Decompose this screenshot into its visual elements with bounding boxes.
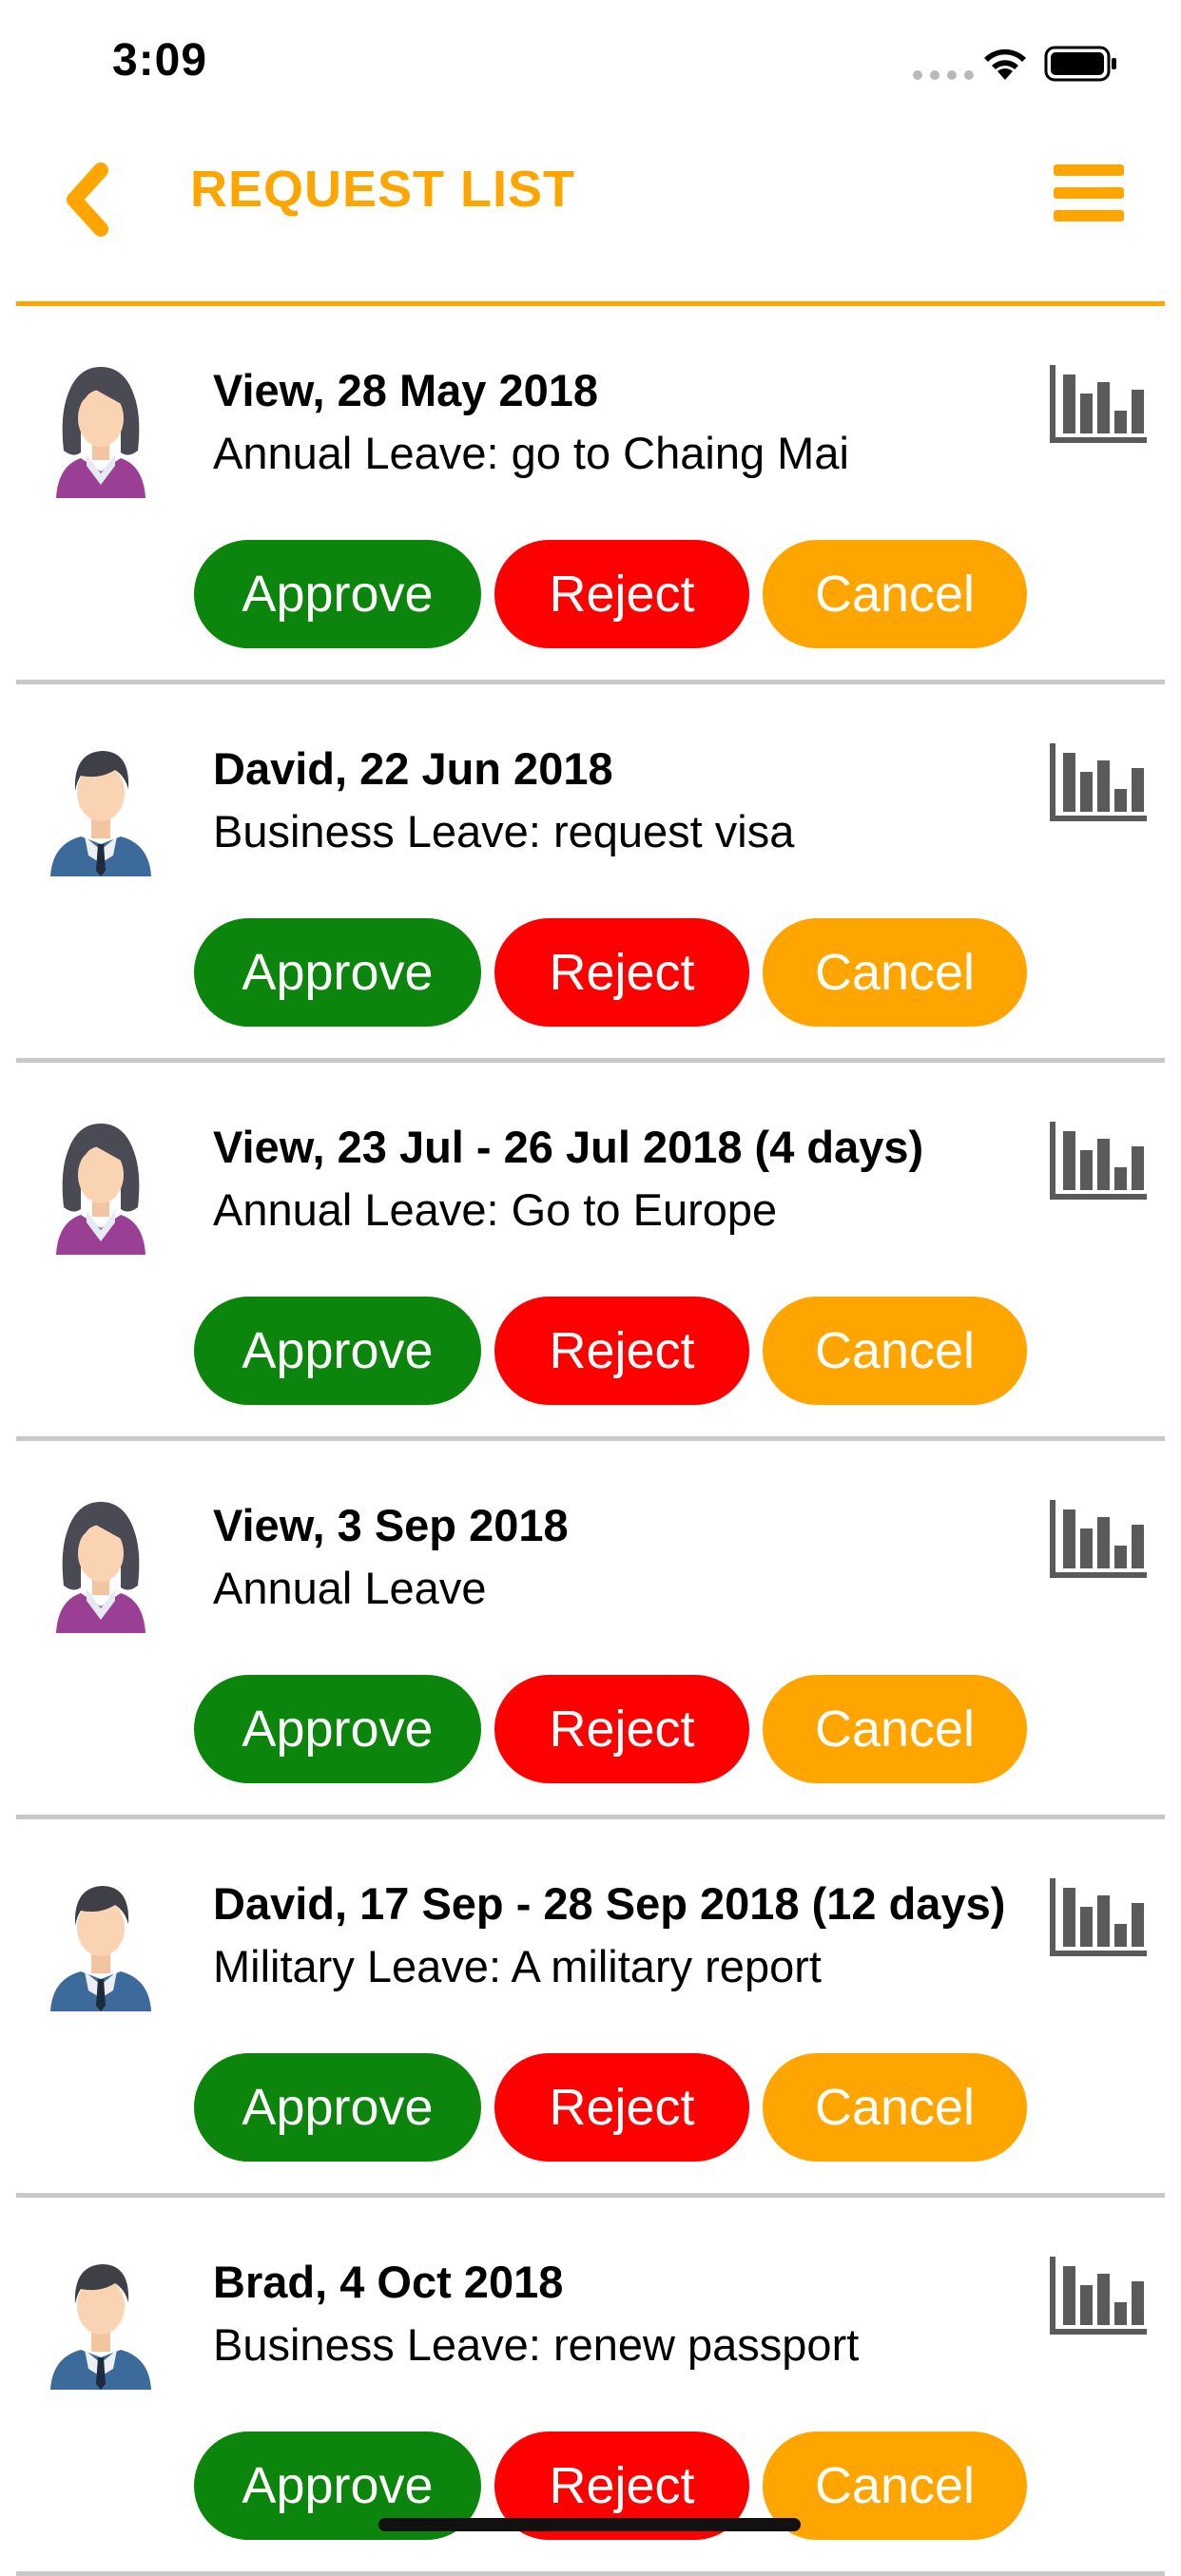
male-avatar-icon: [43, 738, 159, 876]
approve-button[interactable]: Approve: [194, 1675, 481, 1783]
cancel-button[interactable]: Cancel: [763, 2053, 1027, 2162]
request-actions: Approve Reject Cancel: [194, 918, 1181, 1027]
request-actions: Approve Reject Cancel: [194, 2053, 1181, 2162]
reject-button[interactable]: Reject: [494, 918, 749, 1027]
wifi-icon: [984, 48, 1026, 80]
row-separator: [16, 2571, 1165, 2576]
request-text: View, 23 Jul - 26 Jul 2018 (4 days) Annua…: [213, 1116, 1012, 1241]
bar-chart-icon[interactable]: [1048, 1118, 1149, 1203]
request-text: David, 17 Sep - 28 Sep 2018 (12 days) Mil…: [213, 1873, 1012, 1998]
request-detail: Annual Leave: go to Chaing Mai: [213, 428, 849, 478]
request-detail: Business Leave: renew passport: [213, 2319, 860, 2370]
request-item[interactable]: David, 17 Sep - 28 Sep 2018 (12 days) Mil…: [0, 1819, 1181, 2198]
bar-chart-icon[interactable]: [1048, 1874, 1149, 1960]
request-title: View, 23 Jul - 26 Jul 2018 (4 days): [213, 1122, 924, 1172]
female-avatar-icon: [43, 1494, 159, 1633]
home-indicator: [378, 2518, 801, 2531]
male-avatar-icon: [43, 1873, 159, 2011]
request-detail: Military Leave: A military report: [213, 1941, 822, 1991]
request-text: View, 3 Sep 2018 Annual Leave: [213, 1494, 1012, 1620]
status-bar: 3:09: [0, 0, 1181, 124]
female-avatar-icon: [43, 359, 159, 498]
bar-chart-icon[interactable]: [1048, 1496, 1149, 1582]
bar-chart-icon[interactable]: [1048, 361, 1149, 447]
request-title: Brad, 4 Oct 2018: [213, 2257, 564, 2307]
request-title: David, 22 Jun 2018: [213, 743, 613, 794]
chevron-left-icon[interactable]: [57, 157, 114, 242]
bar-chart-icon[interactable]: [1048, 2253, 1149, 2338]
cancel-button[interactable]: Cancel: [763, 1297, 1027, 1405]
status-time: 3:09: [112, 35, 208, 86]
request-item[interactable]: View, 23 Jul - 26 Jul 2018 (4 days) Annua…: [0, 1063, 1181, 1441]
request-actions: Approve Reject Cancel: [194, 1297, 1181, 1405]
male-avatar-icon: [43, 2251, 159, 2390]
page-title: REQUEST LIST: [190, 161, 576, 218]
hamburger-menu-icon[interactable]: [1054, 164, 1124, 221]
request-item[interactable]: View, 28 May 2018 Annual Leave: go to Cha…: [0, 306, 1181, 684]
request-title: David, 17 Sep - 28 Sep 2018 (12 days): [213, 1878, 1006, 1929]
approve-button[interactable]: Approve: [194, 540, 481, 648]
request-actions: Approve Reject Cancel: [194, 540, 1181, 648]
request-detail: Annual Leave: [213, 1563, 487, 1613]
cancel-button[interactable]: Cancel: [763, 1675, 1027, 1783]
approve-button[interactable]: Approve: [194, 918, 481, 1027]
request-item[interactable]: David, 22 Jun 2018 Business Leave: reques…: [0, 684, 1181, 1063]
request-detail: Business Leave: request visa: [213, 806, 795, 856]
cellular-signal-icon: [913, 70, 974, 80]
reject-button[interactable]: Reject: [494, 2053, 749, 2162]
request-title: View, 28 May 2018: [213, 365, 599, 415]
reject-button[interactable]: Reject: [494, 1675, 749, 1783]
reject-button[interactable]: Reject: [494, 540, 749, 648]
female-avatar-icon: [43, 1116, 159, 1255]
cancel-button[interactable]: Cancel: [763, 918, 1027, 1027]
request-text: Brad, 4 Oct 2018 Business Leave: renew pa…: [213, 2251, 1012, 2376]
request-text: David, 22 Jun 2018 Business Leave: reques…: [213, 738, 1012, 863]
approve-button[interactable]: Approve: [194, 1297, 481, 1405]
approve-button[interactable]: Approve: [194, 2053, 481, 2162]
request-list: View, 28 May 2018 Annual Leave: go to Cha…: [0, 306, 1181, 2576]
request-item[interactable]: View, 3 Sep 2018 Annual Leave Approve Rejec…: [0, 1441, 1181, 1819]
bar-chart-icon[interactable]: [1048, 740, 1149, 825]
request-detail: Annual Leave: Go to Europe: [213, 1184, 778, 1235]
request-actions: Approve Reject Cancel: [194, 1675, 1181, 1783]
reject-button[interactable]: Reject: [494, 1297, 749, 1405]
app-header: REQUEST LIST: [0, 124, 1181, 304]
cancel-button[interactable]: Cancel: [763, 2432, 1027, 2540]
battery-icon: [1044, 46, 1116, 82]
request-title: View, 3 Sep 2018: [213, 1500, 569, 1550]
cancel-button[interactable]: Cancel: [763, 540, 1027, 648]
request-text: View, 28 May 2018 Annual Leave: go to Cha…: [213, 359, 1012, 485]
